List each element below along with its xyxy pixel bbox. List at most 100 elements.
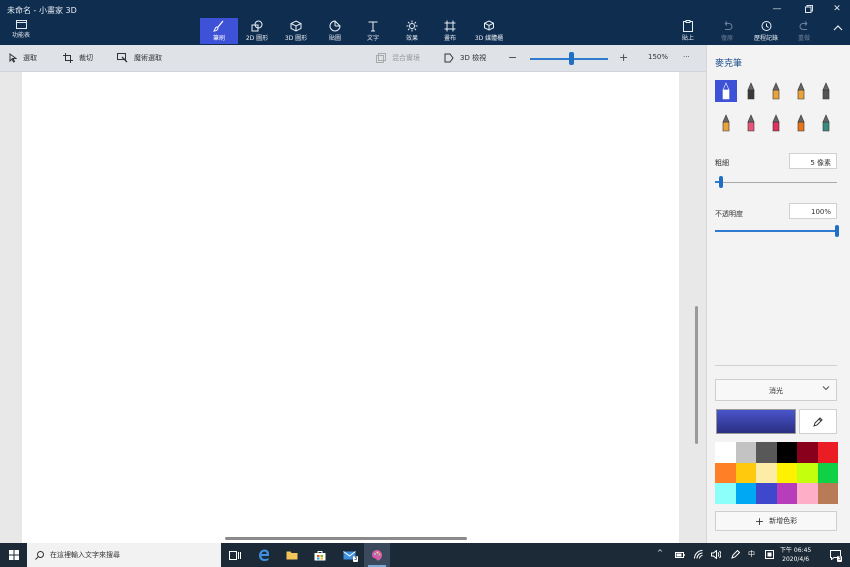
close-button[interactable]: ✕ xyxy=(826,2,848,16)
mail-badge: 3 xyxy=(353,556,359,562)
color-palette xyxy=(715,442,838,504)
minimize-button[interactable]: — xyxy=(766,2,788,16)
color-swatch[interactable] xyxy=(797,483,818,504)
paste-label: 貼上 xyxy=(681,35,694,42)
color-swatch[interactable] xyxy=(776,462,797,483)
task-view-button[interactable] xyxy=(222,543,248,567)
redo-button[interactable]: 重做 xyxy=(787,20,821,42)
paint3d-taskbar-button[interactable] xyxy=(364,543,390,567)
eyedropper-button[interactable] xyxy=(799,409,837,434)
finish-dropdown[interactable]: 消光 xyxy=(715,379,837,401)
tab-stickers[interactable]: 貼圖 xyxy=(316,18,354,44)
brush-eraser-button[interactable] xyxy=(740,112,762,134)
color-swatch[interactable] xyxy=(797,462,818,483)
opacity-slider-thumb[interactable] xyxy=(835,225,839,237)
file-explorer-button[interactable] xyxy=(279,543,305,567)
brush-watercolor-button[interactable] xyxy=(790,80,812,102)
crop-button[interactable]: 裁切 xyxy=(63,53,93,63)
thickness-input[interactable]: 5 像素 xyxy=(789,153,837,169)
view-3d-button[interactable]: 3D 檢視 xyxy=(444,53,486,63)
canvas-icon xyxy=(444,20,456,32)
zoom-out-button[interactable]: − xyxy=(508,51,517,64)
mixed-reality-label: 混合實境 xyxy=(392,54,420,62)
folder-icon xyxy=(286,551,298,560)
keyboard-layout-icon[interactable] xyxy=(765,550,774,559)
color-swatch[interactable] xyxy=(797,442,818,463)
color-swatch[interactable] xyxy=(817,442,838,463)
vertical-scrollbar[interactable] xyxy=(695,306,698,444)
color-swatch[interactable] xyxy=(735,483,756,504)
minimize-icon: — xyxy=(772,4,782,14)
color-swatch[interactable] xyxy=(715,442,736,463)
brush-marker-button[interactable] xyxy=(715,80,737,102)
tab-text[interactable]: 文字 xyxy=(354,18,392,44)
color-swatch[interactable] xyxy=(715,462,736,483)
color-swatch[interactable] xyxy=(756,442,777,463)
volume-icon[interactable] xyxy=(711,550,721,559)
maximize-button[interactable] xyxy=(798,2,820,16)
pen-workspace-icon[interactable] xyxy=(731,550,740,559)
zoom-in-button[interactable]: + xyxy=(619,51,628,64)
tab-brushes[interactable]: 筆刷 xyxy=(200,18,238,44)
library-icon xyxy=(484,20,494,31)
color-swatch[interactable] xyxy=(776,483,797,504)
brush-crayon-button[interactable] xyxy=(765,112,787,134)
windows-logo-icon xyxy=(8,550,19,560)
eraser-icon xyxy=(747,114,755,132)
store-button[interactable] xyxy=(307,543,333,567)
wifi-icon[interactable] xyxy=(694,550,703,559)
thickness-slider-track[interactable] xyxy=(715,182,837,183)
zoom-value: 150% xyxy=(648,53,669,61)
zoom-slider-thumb[interactable] xyxy=(568,52,574,65)
action-center-button[interactable]: 3 xyxy=(822,543,848,567)
add-color-button[interactable]: + 新增色彩 xyxy=(715,511,837,531)
tab-2d-shapes[interactable]: 2D 圖形 xyxy=(238,18,276,44)
brush-oil-brush-button[interactable] xyxy=(765,80,787,102)
tab-label: 文字 xyxy=(366,35,379,42)
more-options-button[interactable]: ··· xyxy=(683,53,690,61)
start-button[interactable] xyxy=(0,543,27,567)
brush-fill-button[interactable] xyxy=(815,112,837,134)
brush-pencil-button[interactable] xyxy=(715,112,737,134)
taskbar-search[interactable]: 在這裡輸入文字來搜尋 xyxy=(27,543,221,567)
color-swatch[interactable] xyxy=(735,462,756,483)
tab-3d-library[interactable]: 3D 媒體櫃 xyxy=(470,18,508,44)
edge-browser-button[interactable] xyxy=(251,543,277,567)
color-swatch[interactable] xyxy=(776,442,797,463)
show-hidden-icons-button[interactable]: ^ xyxy=(657,549,663,557)
current-color-swatch[interactable] xyxy=(716,409,796,434)
ime-indicator[interactable]: 中 xyxy=(748,549,755,559)
tab-effects[interactable]: 效果 xyxy=(393,18,431,44)
select-button[interactable]: 選取 xyxy=(9,53,37,63)
tab-3d-shapes[interactable]: 3D 圖形 xyxy=(277,18,315,44)
brush-calligraphy-pen-button[interactable] xyxy=(740,80,762,102)
tab-canvas[interactable]: 畫布 xyxy=(431,18,469,44)
clipboard-icon xyxy=(683,20,693,32)
color-swatch[interactable] xyxy=(715,483,736,504)
brush-pixel-pen-button[interactable] xyxy=(815,80,837,102)
color-swatch[interactable] xyxy=(756,462,777,483)
brush-spray-can-button[interactable] xyxy=(790,112,812,134)
undo-label: 復原 xyxy=(720,35,733,42)
color-swatch[interactable] xyxy=(817,483,838,504)
collapse-ribbon-button[interactable] xyxy=(821,25,850,33)
tab-label: 2D 圖形 xyxy=(245,35,269,42)
opacity-input[interactable]: 100% xyxy=(789,203,837,219)
system-clock[interactable]: 下午 06:45 2020/4/6 xyxy=(780,546,811,564)
opacity-label: 不透明度 xyxy=(715,210,743,218)
history-button[interactable]: 歷程記錄 xyxy=(749,20,783,42)
mail-button[interactable]: 3 xyxy=(336,543,362,567)
magic-select-button[interactable]: 魔術選取 xyxy=(117,53,162,63)
paste-button[interactable]: 貼上 xyxy=(671,20,705,42)
horizontal-scrollbar[interactable] xyxy=(225,537,467,540)
mixed-reality-button[interactable]: 混合實境 xyxy=(376,53,420,63)
close-icon: ✕ xyxy=(833,4,841,14)
undo-button[interactable]: 復原 xyxy=(710,20,744,42)
battery-icon[interactable] xyxy=(675,552,685,558)
color-swatch[interactable] xyxy=(756,483,777,504)
color-swatch[interactable] xyxy=(735,442,756,463)
thickness-slider-thumb[interactable] xyxy=(719,176,724,188)
drawing-canvas[interactable] xyxy=(22,72,679,543)
color-swatch[interactable] xyxy=(817,462,838,483)
menu-button[interactable]: 功能表 xyxy=(6,20,36,42)
